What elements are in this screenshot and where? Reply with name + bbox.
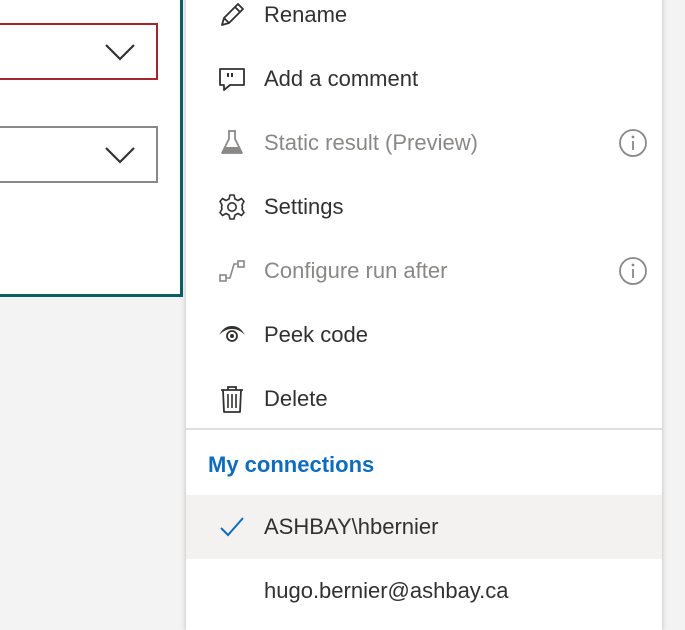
menu-item-label: Delete <box>264 386 328 411</box>
connection-item[interactable]: ASHBAY\hbernier <box>186 495 662 559</box>
menu-item-label: Configure run after <box>264 258 448 283</box>
chevron-down-icon <box>105 44 135 61</box>
menu-item-label: Static result (Preview) <box>264 130 478 155</box>
run-after-icon <box>216 255 248 287</box>
trash-icon <box>216 383 248 415</box>
menu-item-label: Rename <box>264 2 348 27</box>
flask-icon <box>216 127 248 159</box>
menu-item-static-result[interactable]: Static result (Preview) <box>186 111 662 175</box>
menu-item-settings[interactable]: Settings <box>186 175 662 239</box>
menu-item-add-comment[interactable]: Add a comment <box>186 47 662 111</box>
connection-label: hugo.bernier@ashbay.ca <box>264 578 509 603</box>
connection-item[interactable]: hugo.bernier@ashbay.ca <box>186 559 662 623</box>
menu-item-peek-code[interactable]: Peek code <box>186 303 662 367</box>
info-icon[interactable] <box>618 128 648 158</box>
menu-item-configure-run-after[interactable]: Configure run after <box>186 239 662 303</box>
eye-icon <box>216 319 248 351</box>
menu-item-rename[interactable]: Rename <box>186 0 662 47</box>
info-icon[interactable] <box>618 256 648 286</box>
dropdown-invalid[interactable] <box>0 23 158 80</box>
menu-item-label: Add a comment <box>264 66 419 91</box>
gear-icon <box>216 191 248 223</box>
menu-item-label: Settings <box>264 194 344 219</box>
action-card <box>0 0 183 297</box>
comment-icon <box>216 63 248 95</box>
connections-heading: My connections <box>208 452 375 477</box>
menu-item-delete[interactable]: Delete <box>186 367 662 431</box>
menu-item-label: Peek code <box>264 322 368 347</box>
checkmark-icon <box>220 517 244 537</box>
pencil-icon <box>216 0 248 31</box>
chevron-down-icon <box>105 147 135 164</box>
dropdown[interactable] <box>0 126 158 183</box>
connection-label: ASHBAY\hbernier <box>264 514 439 539</box>
context-menu: Rename Add a comment Static result (Prev… <box>186 0 662 630</box>
menu-divider <box>186 428 662 430</box>
